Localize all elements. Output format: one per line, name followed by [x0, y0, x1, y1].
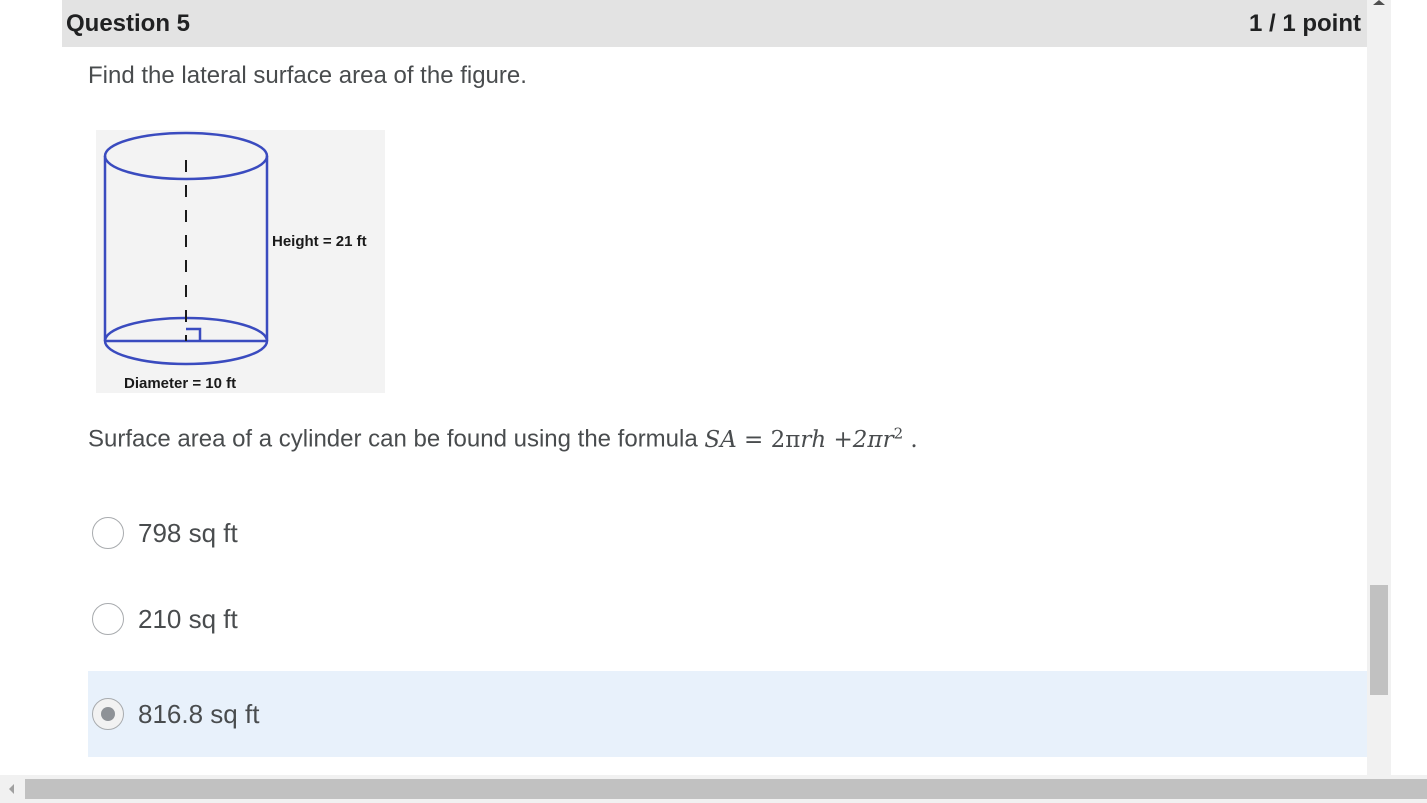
answer-option-label: 816.8 sq ft [138, 698, 260, 729]
formula-intro: Surface area of a cylinder can be found … [88, 425, 705, 453]
formula-rh: rh [800, 426, 827, 453]
vertical-scroll-thumb[interactable] [1370, 585, 1388, 695]
answer-option[interactable]: 210 sq ft [88, 576, 1367, 662]
cylinder-figure: Height = 21 ft Diameter = 10 ft [96, 130, 385, 393]
scroll-up-arrow-icon[interactable] [1373, 0, 1385, 5]
radio-button-selected[interactable] [92, 698, 124, 730]
formula-end: . [903, 426, 918, 453]
radio-button[interactable] [92, 603, 124, 635]
formula-plus: +2π [826, 426, 883, 453]
formula-text: Surface area of a cylinder can be found … [88, 424, 918, 454]
formula-two-pi: 2π [770, 426, 801, 453]
question-score: 1 / 1 point [1248, 9, 1361, 37]
formula-exponent: 2 [893, 424, 904, 442]
radio-button[interactable] [92, 517, 124, 549]
cylinder-top-ellipse [103, 131, 269, 181]
horizontal-scroll-thumb[interactable] [25, 779, 1427, 799]
question-header: Question 5 1 / 1 point [62, 0, 1367, 47]
question-prompt: Find the lateral surface area of the fig… [88, 62, 527, 89]
horizontal-scrollbar[interactable] [0, 775, 1427, 803]
formula-lhs: SA [704, 426, 737, 453]
formula-equals: = [736, 426, 771, 453]
scroll-left-arrow-icon[interactable] [9, 784, 14, 794]
answer-option-label: 798 sq ft [138, 517, 238, 548]
formula-r: r [882, 426, 894, 453]
question-title: Question 5 [66, 9, 191, 37]
cylinder-diagram: Height = 21 ft Diameter = 10 ft [103, 131, 367, 392]
formula-math: SA = 2πrh +2πr2 . [704, 424, 918, 453]
radio-dot [101, 707, 115, 721]
diameter-label: Diameter = 10 ft [124, 375, 236, 392]
vertical-scrollbar[interactable] [1367, 0, 1391, 775]
answer-option-label: 210 sq ft [138, 603, 238, 634]
answer-option[interactable]: 798 sq ft [88, 490, 1367, 576]
height-label: Height = 21 ft [272, 233, 367, 250]
answer-option-selected[interactable]: 816.8 sq ft [88, 671, 1367, 757]
right-angle-marker [186, 327, 202, 341]
